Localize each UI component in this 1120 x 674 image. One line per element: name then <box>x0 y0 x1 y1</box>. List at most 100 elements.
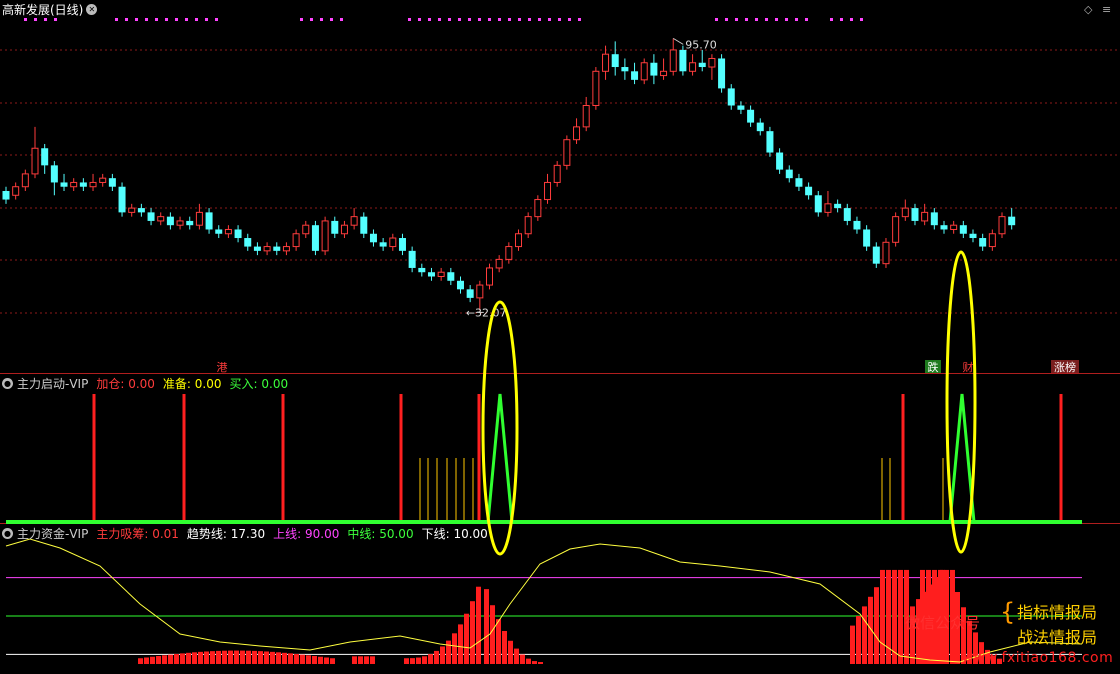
indicator1-item-2: 买入: 0.00 <box>230 377 289 391</box>
marker-dot <box>715 18 718 21</box>
candle <box>766 131 774 153</box>
low-price-label: ←32.07 <box>466 306 507 319</box>
diamond-icon[interactable]: ◇ <box>1084 3 1092 16</box>
close-icon[interactable]: ✕ <box>86 3 98 15</box>
candle <box>669 49 677 72</box>
marker-dot <box>448 18 451 21</box>
accumulation-bar <box>434 650 439 664</box>
candle <box>573 126 581 141</box>
accumulation-bar <box>484 589 489 664</box>
marker-dot <box>54 18 57 21</box>
indicator1-item-label: 准备: <box>162 376 191 391</box>
accumulation-bar <box>856 616 861 664</box>
candle <box>553 164 561 183</box>
indicator2-item-value: 50.00 <box>375 526 414 541</box>
marker-dot <box>24 18 27 21</box>
indicator2-item-1: 趋势线: 17.30 <box>187 527 265 541</box>
candle <box>176 220 184 226</box>
candle <box>814 195 822 213</box>
marker-dot <box>135 18 138 21</box>
indicator2-chart[interactable] <box>0 524 1120 674</box>
accumulation-bar <box>222 650 227 664</box>
candle <box>756 122 764 132</box>
candle <box>988 233 996 248</box>
candle <box>41 148 49 166</box>
candle <box>166 216 174 226</box>
candle <box>186 220 194 226</box>
marker-dot <box>850 18 853 21</box>
accumulation-bar <box>538 662 543 664</box>
candle <box>679 49 687 72</box>
price-panel[interactable]: 95.70 ←32.07 港 跌 财 涨榜 高新发展(日线) ✕ ◇ ≡ <box>0 0 1120 374</box>
candle <box>369 233 377 243</box>
candle <box>969 233 977 239</box>
candle <box>563 139 571 166</box>
marker-dot <box>765 18 768 21</box>
indicator2-item-label: 上线: <box>273 526 302 541</box>
marker-dot <box>508 18 511 21</box>
candle <box>892 216 900 243</box>
indicator2-title: 主力资金-VIP <box>17 526 89 541</box>
indicator1-panel[interactable]: ● 主力启动-VIP 加仓: 0.00 准备: 0.00 买入: 0.00 <box>0 374 1120 524</box>
marker-dot <box>745 18 748 21</box>
indicator1-menu-icon[interactable]: ● <box>2 377 13 389</box>
candle <box>795 178 803 187</box>
indicator1-chart[interactable] <box>0 374 1120 524</box>
accumulation-bar <box>458 624 463 664</box>
price-header: 高新发展(日线) ✕ <box>2 1 101 17</box>
accumulation-bar <box>850 625 855 664</box>
accumulation-bar <box>416 657 421 664</box>
candle <box>466 289 474 298</box>
marker-dot <box>458 18 461 21</box>
window-title: 高新发展(日线) <box>2 2 84 17</box>
candle <box>979 238 987 247</box>
candle <box>959 225 967 234</box>
candle <box>486 267 493 286</box>
candle <box>853 220 861 230</box>
candle <box>108 178 116 187</box>
candle <box>921 211 929 222</box>
accumulation-bar <box>150 656 155 664</box>
accumulation-bar <box>138 658 143 664</box>
watermark-brace: { <box>1000 598 1016 626</box>
event-tag: 跌 <box>928 360 939 374</box>
candle <box>660 70 668 77</box>
candle <box>273 246 281 251</box>
accumulation-bar <box>228 650 233 664</box>
accumulation-bar <box>520 654 525 664</box>
indicator2-menu-icon[interactable]: ● <box>2 527 13 539</box>
candle <box>89 181 97 188</box>
candle <box>505 246 513 260</box>
candle <box>911 208 919 221</box>
candle <box>2 191 10 200</box>
accumulation-bar <box>532 661 537 664</box>
accumulation-bar <box>502 630 507 664</box>
marker-dot <box>310 18 313 21</box>
marker-dot <box>528 18 531 21</box>
accumulation-bar <box>312 656 317 664</box>
watermark-line2: 战法情报局 <box>1017 628 1098 647</box>
accumulation-bar <box>240 650 245 664</box>
price-chart[interactable]: 95.70 ←32.07 港 跌 财 涨榜 <box>0 0 1120 374</box>
marker-dot <box>115 18 118 21</box>
candle <box>253 246 261 251</box>
marker-dot <box>205 18 208 21</box>
accumulation-bar <box>880 569 885 664</box>
indicator2-item-3: 中线: 50.00 <box>347 527 413 541</box>
accumulation-bar <box>252 650 257 664</box>
candle <box>205 212 213 230</box>
candle <box>776 152 784 170</box>
accumulation-bar <box>422 656 427 664</box>
candle <box>650 62 658 76</box>
accumulation-bar <box>186 652 191 664</box>
indicator1-item-value: 0.00 <box>124 376 155 391</box>
accumulation-bar <box>490 605 495 664</box>
candle <box>515 233 523 248</box>
accumulation-bar <box>404 658 409 664</box>
indicator2-panel[interactable]: ● 主力资金-VIP 主力吸筹: 0.01 趋势线: 17.30 上线: 90.00… <box>0 524 1120 674</box>
accumulation-bar <box>514 648 519 664</box>
menu-lines-icon[interactable]: ≡ <box>1102 3 1111 16</box>
candle <box>708 57 716 68</box>
stock-chart-window: 95.70 ←32.07 港 跌 财 涨榜 高新发展(日线) ✕ ◇ ≡ ● 主力启动-V… <box>0 0 1120 674</box>
marker-dot <box>330 18 333 21</box>
